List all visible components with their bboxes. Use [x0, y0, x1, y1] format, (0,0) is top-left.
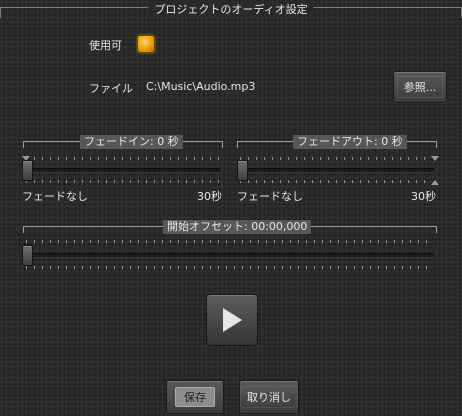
fade-out-end-marker-icon [431, 156, 439, 161]
cancel-button[interactable]: 取り消し [239, 380, 299, 414]
file-label: ファイル [89, 82, 133, 95]
fade-out-slider-thumb[interactable] [237, 160, 248, 181]
browse-button-label: 参照... [396, 76, 444, 98]
play-icon [223, 308, 242, 332]
cancel-button-label: 取り消し [240, 386, 298, 408]
dialog-title: プロジェクトのオーディオ設定 [148, 1, 314, 17]
file-path: C:\Music\Audio.mp3 [146, 80, 256, 93]
fade-in-ticks-bottom [26, 180, 222, 183]
browse-button[interactable]: 参照... [393, 71, 447, 103]
fade-out-ticks-bottom [240, 180, 432, 183]
save-button-label: 保存 [175, 387, 215, 407]
offset-track [26, 253, 434, 258]
fade-out-end-marker-up-icon [431, 180, 439, 185]
fade-in-min-label: フェードなし [22, 190, 88, 203]
save-button[interactable]: 保存 [166, 380, 224, 414]
fade-out-ticks [240, 157, 432, 160]
fade-out-title: フェードアウト: 0 秒 [293, 135, 407, 149]
audio-settings-frame: プロジェクトのオーディオ設定 [0, 1, 462, 18]
fade-in-ticks [26, 157, 222, 160]
enabled-label: 使用可 [89, 39, 122, 52]
fade-in-track [26, 168, 220, 173]
fade-out-min-label: フェードなし [237, 190, 303, 203]
offset-slider-thumb[interactable] [22, 245, 33, 266]
offset-title: 開始オフセット: 00:00,000 [163, 220, 312, 234]
enabled-checkbox[interactable] [137, 35, 155, 53]
fade-in-slider-thumb[interactable] [22, 160, 33, 181]
fade-in-title: フェードイン: 0 秒 [80, 135, 183, 149]
offset-ticks-bottom [26, 266, 434, 269]
play-button[interactable] [206, 294, 258, 346]
fade-out-max-label: 30秒 [411, 190, 436, 203]
offset-ticks [26, 240, 434, 243]
fade-out-track [240, 168, 434, 173]
fade-in-max-label: 30秒 [197, 190, 222, 203]
